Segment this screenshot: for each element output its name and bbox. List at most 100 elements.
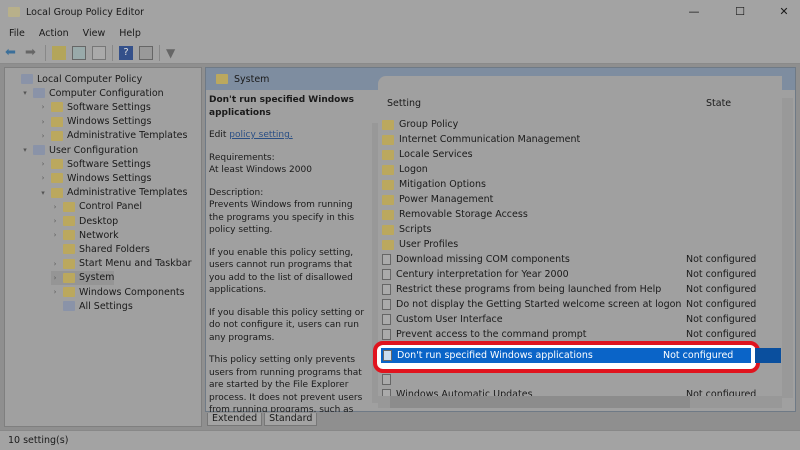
setting-name: Download missing COM components xyxy=(396,254,570,265)
description-paragraph: If you disable this policy setting or do… xyxy=(209,307,365,343)
list-item[interactable]: User Profiles xyxy=(382,237,778,252)
tree-item[interactable]: › Control Panel xyxy=(51,200,142,214)
folder-icon xyxy=(382,134,394,145)
chevron-right-icon[interactable]: › xyxy=(51,274,59,282)
list-item[interactable] xyxy=(382,372,778,387)
chevron-right-icon[interactable]: › xyxy=(39,118,47,126)
tree-item[interactable]: › Start Menu and Taskbar xyxy=(51,257,192,271)
setting-name: Internet Communication Management xyxy=(399,134,581,145)
close-button[interactable]: ✕ xyxy=(766,0,800,24)
tree-item[interactable]: › System xyxy=(51,270,115,285)
app-icon xyxy=(8,7,20,17)
up-folder-icon[interactable] xyxy=(52,45,66,60)
tree-item[interactable]: › Administrative Templates xyxy=(39,129,188,143)
edit-label: Edit xyxy=(209,130,230,140)
chevron-right-icon[interactable]: › xyxy=(39,174,47,182)
folder-icon xyxy=(63,216,75,226)
folder-icon xyxy=(51,116,63,127)
show-hide-tree-icon[interactable] xyxy=(72,45,86,60)
chevron-right-icon[interactable]: › xyxy=(51,231,59,239)
tree-item[interactable]: › Windows Components xyxy=(51,285,185,299)
minimize-button[interactable]: — xyxy=(676,0,712,24)
list-item[interactable]: Prevent access to the command prompt Not … xyxy=(382,327,778,342)
list-item[interactable]: Custom User Interface Not configured xyxy=(382,312,778,327)
tree-item[interactable]: Shared Folders xyxy=(51,242,150,256)
folder-icon xyxy=(382,179,394,190)
properties-icon[interactable] xyxy=(139,45,153,60)
chevron-right-icon[interactable]: › xyxy=(39,160,47,168)
tree-item[interactable]: › Windows Settings xyxy=(39,115,152,129)
setting-name: Mitigation Options xyxy=(399,179,486,190)
list-vertical-scrollbar[interactable] xyxy=(782,98,793,398)
list-item[interactable]: Restrict these programs from being launc… xyxy=(382,282,778,297)
chevron-right-icon[interactable]: › xyxy=(39,103,47,111)
policy-setting-icon xyxy=(382,269,391,280)
list-item[interactable]: Group Policy xyxy=(382,117,778,132)
tree-item-label: Desktop xyxy=(79,215,119,227)
chevron-right-icon[interactable]: › xyxy=(51,203,59,211)
tree-item-label: Software Settings xyxy=(67,158,151,170)
list-item[interactable]: Logon xyxy=(382,162,778,177)
tree-item[interactable]: › Software Settings xyxy=(39,157,151,171)
list-item[interactable]: Do not display the Getting Started welco… xyxy=(382,297,778,312)
tree-item[interactable]: › Desktop xyxy=(51,214,119,228)
chevron-down-icon[interactable]: ▾ xyxy=(39,189,47,197)
back-icon[interactable]: ⬅ xyxy=(5,45,19,60)
selected-setting-row[interactable]: Don't run specified Windows applications… xyxy=(381,348,751,363)
menu-action[interactable]: Action xyxy=(39,28,69,39)
description-paragraph: Prevents Windows from running the progra… xyxy=(209,200,355,235)
tree-item-label: User Configuration xyxy=(49,144,139,156)
tree-item-label: Shared Folders xyxy=(79,243,150,255)
setting-name: User Profiles xyxy=(399,239,459,250)
column-header-setting[interactable]: Setting xyxy=(387,98,686,109)
view-tabs: Extended Standard xyxy=(207,413,318,426)
folder-icon xyxy=(51,187,63,198)
list-item[interactable]: Mitigation Options xyxy=(382,177,778,192)
chevron-right-icon[interactable]: › xyxy=(51,217,59,225)
list-item[interactable]: Locale Services xyxy=(382,147,778,162)
tree-item[interactable]: All Settings xyxy=(51,299,133,313)
list-item[interactable]: Scripts xyxy=(382,222,778,237)
tree-item[interactable]: ▾ Administrative Templates xyxy=(39,186,187,200)
tree-item[interactable]: ▾ User Configuration xyxy=(21,143,138,157)
folder-icon xyxy=(63,230,75,241)
chevron-right-icon[interactable]: › xyxy=(51,288,59,296)
toolbar: ⬅ ➡ ? ▼ xyxy=(0,42,800,64)
edit-policy-link[interactable]: policy setting. xyxy=(229,130,292,140)
setting-name: Removable Storage Access xyxy=(399,209,528,220)
list-item[interactable]: Power Management xyxy=(382,192,778,207)
menu-help[interactable]: Help xyxy=(119,28,141,39)
settings-icon xyxy=(63,301,75,312)
tab-extended[interactable]: Extended xyxy=(207,413,263,426)
folder-icon xyxy=(51,173,63,184)
maximize-button[interactable]: ☐ xyxy=(722,0,758,24)
filter-icon[interactable]: ▼ xyxy=(166,46,180,60)
list-item[interactable]: Removable Storage Access xyxy=(382,207,778,222)
folder-icon xyxy=(382,239,394,250)
list-item[interactable]: Internet Communication Management xyxy=(382,132,778,147)
tree-item[interactable]: Local Computer Policy xyxy=(9,72,142,86)
list-horizontal-scrollbar[interactable] xyxy=(378,396,782,408)
chevron-right-icon[interactable]: › xyxy=(51,260,59,268)
policy-setting-icon xyxy=(382,299,391,310)
forward-icon[interactable]: ➡ xyxy=(25,45,39,60)
chevron-down-icon[interactable]: ▾ xyxy=(21,89,29,97)
help-icon[interactable]: ? xyxy=(119,45,133,60)
column-header-state[interactable]: State xyxy=(686,98,778,109)
export-icon[interactable] xyxy=(92,45,106,60)
tab-standard[interactable]: Standard xyxy=(264,413,318,426)
policy-setting-icon xyxy=(382,314,391,325)
menu-view[interactable]: View xyxy=(83,28,106,39)
list-item[interactable]: Century interpretation for Year 2000 Not … xyxy=(382,267,778,282)
tree-item[interactable]: › Software Settings xyxy=(39,100,151,114)
setting-name: Logon xyxy=(399,164,428,175)
list-item[interactable]: Download missing COM components Not confi… xyxy=(382,252,778,267)
chevron-right-icon[interactable]: › xyxy=(39,132,47,140)
menu-file[interactable]: File xyxy=(9,28,25,39)
toolbar-separator xyxy=(112,44,113,61)
tree-item[interactable]: › Network xyxy=(51,228,119,242)
chevron-down-icon[interactable]: ▾ xyxy=(21,146,29,154)
tree-item[interactable]: ▾ Computer Configuration xyxy=(21,86,163,100)
tree-item[interactable]: › Windows Settings xyxy=(39,171,152,185)
setting-state: Not configured xyxy=(686,299,757,310)
